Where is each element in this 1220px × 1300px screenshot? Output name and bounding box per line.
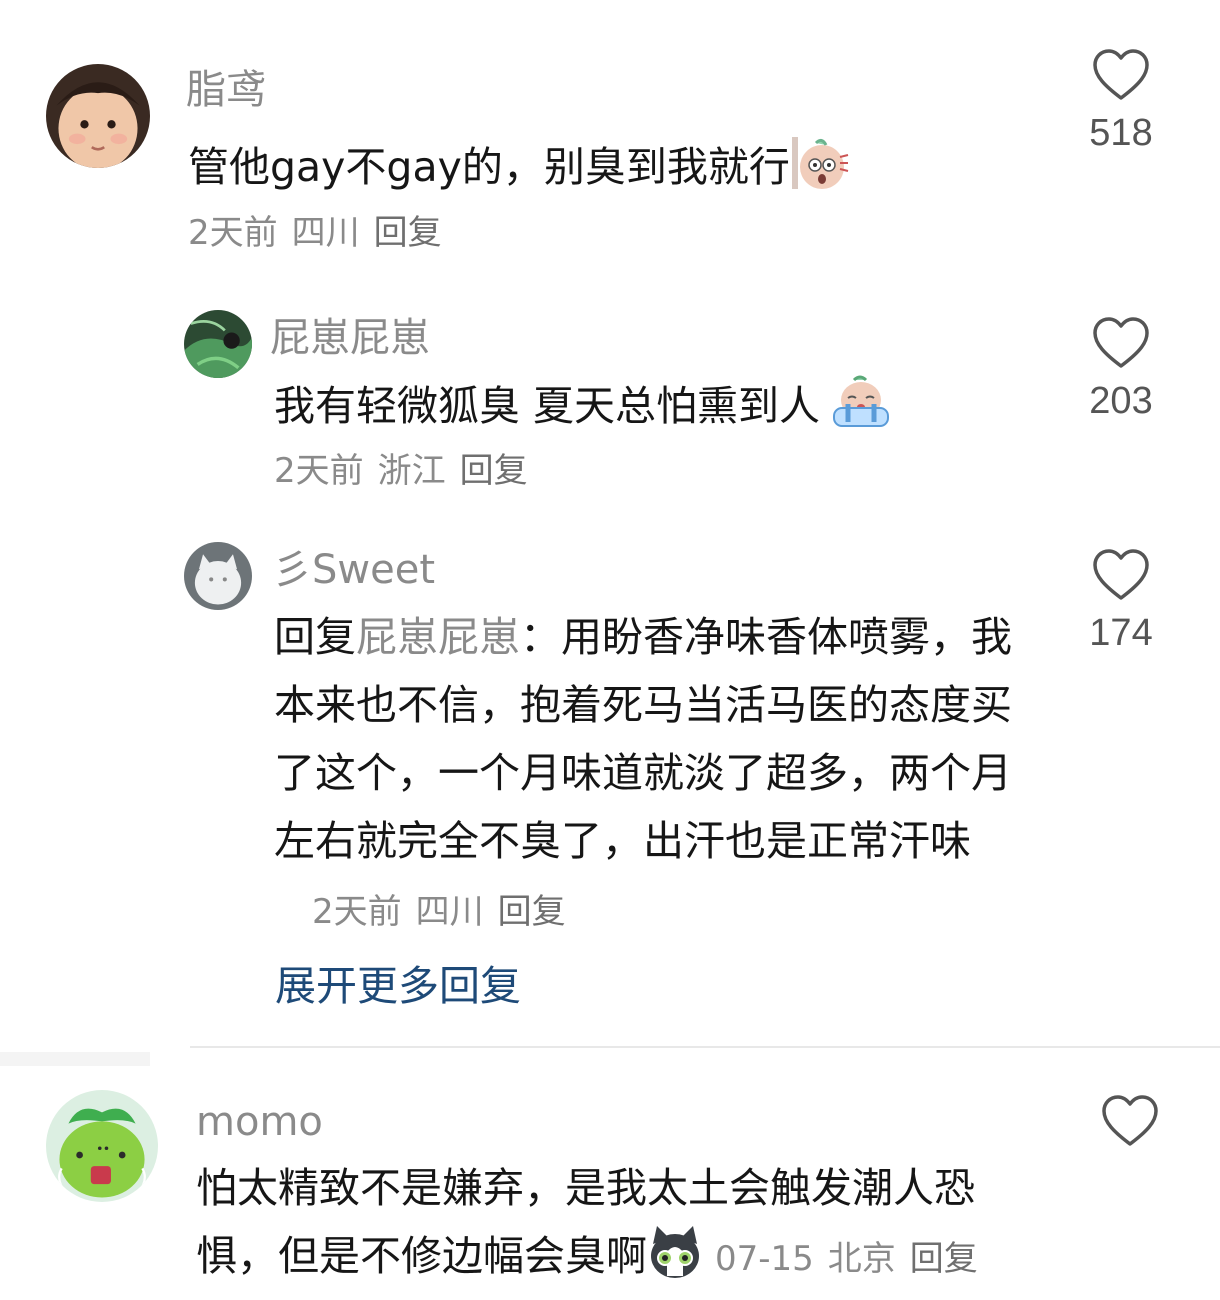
timestamp: 2天前	[274, 451, 364, 491]
username[interactable]: momo	[196, 1102, 323, 1142]
heart-icon	[1093, 317, 1149, 368]
grey-cat-emoji-icon	[647, 1224, 703, 1300]
green-blob-icon	[46, 1090, 158, 1202]
username[interactable]: 彡Sweet	[272, 550, 435, 590]
heart-icon	[1102, 1095, 1158, 1146]
reply-button[interactable]: 回复	[910, 1239, 978, 1279]
comment-text-content: 管他gay不gay的，别臭到我就行	[188, 143, 790, 191]
divider	[190, 1046, 1220, 1048]
reply-button[interactable]: 回复	[374, 213, 442, 253]
comment-meta: 2天前 四川 回复	[312, 892, 566, 932]
location: 四川	[415, 892, 484, 932]
like-button[interactable]	[1090, 1094, 1170, 1158]
crying-bean-emoji-icon	[830, 374, 892, 450]
avatar[interactable]	[184, 542, 252, 610]
section-gap	[0, 1052, 150, 1066]
like-count: 174	[1089, 612, 1153, 654]
comment-text-content: 我有轻微狐臭 夏天总怕熏到人	[274, 382, 821, 430]
comment-text: 我有轻微狐臭 夏天总怕熏到人	[274, 372, 892, 450]
white-cat-icon	[184, 542, 252, 610]
avatar[interactable]	[184, 310, 252, 378]
timestamp: 2天前	[312, 892, 402, 932]
location: 浙江	[377, 451, 446, 491]
comment-text: 管他gay不gay的，别臭到我就行	[188, 133, 850, 211]
heart-icon	[1093, 549, 1149, 600]
location: 北京	[827, 1239, 896, 1279]
like-count: 518	[1089, 112, 1153, 154]
comment-meta: 07-15 北京 回复	[715, 1239, 978, 1279]
location: 四川	[291, 213, 360, 253]
username[interactable]: 屁崽屁崽	[270, 318, 430, 358]
shocked-bean-emoji-icon	[790, 135, 850, 211]
comment-text: 回复屁崽屁崽：用盼香净味香体喷雾，我本来也不信，抱着死马当活马医的态度买了这个，…	[274, 603, 1044, 946]
username[interactable]: 脂鸢	[186, 70, 266, 110]
timestamp: 2天前	[188, 213, 278, 253]
comment-meta: 2天前 四川 回复	[188, 216, 442, 250]
mention-link[interactable]: 屁崽屁崽	[356, 613, 520, 661]
avatar[interactable]	[46, 1090, 158, 1202]
reply-prefix: 回复	[274, 613, 356, 661]
like-button[interactable]: 174	[1081, 548, 1161, 655]
expand-more-replies-button[interactable]: 展开更多回复	[275, 966, 521, 1007]
baby-face-icon	[46, 64, 150, 168]
reply-button[interactable]: 回复	[498, 892, 566, 932]
reply-button[interactable]: 回复	[460, 451, 528, 491]
like-count: 203	[1089, 380, 1153, 422]
colon: ：	[520, 613, 561, 661]
green-leaf-icon	[184, 310, 252, 378]
like-button[interactable]: 203	[1081, 316, 1161, 423]
comment-text: 怕太精致不是嫌弃，是我太土会触发潮人恐惧，但是不修边幅会臭啊 07-15 北京 回复	[196, 1154, 1026, 1300]
timestamp: 07-15	[715, 1239, 814, 1279]
heart-icon	[1093, 49, 1149, 100]
comment-meta: 2天前 浙江 回复	[274, 454, 528, 488]
avatar[interactable]	[46, 64, 150, 168]
like-button[interactable]: 518	[1081, 48, 1161, 155]
